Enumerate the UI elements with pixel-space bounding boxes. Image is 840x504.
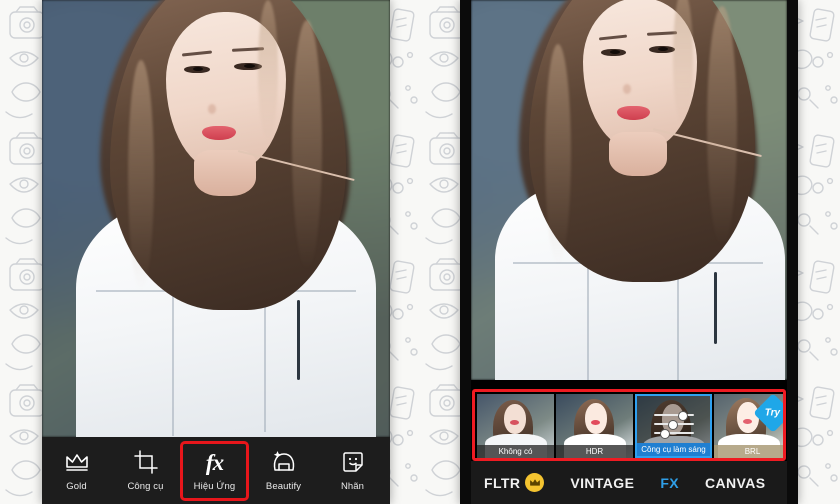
hair-strand xyxy=(707,6,737,246)
tool-label: Gold xyxy=(66,481,87,492)
neck-shape xyxy=(194,150,256,196)
face-sparkle-icon xyxy=(271,449,297,475)
filter-filmstrip[interactable]: Không có HDR Công cụ làm sáng Try BRL xyxy=(475,392,783,458)
jacket-zipper xyxy=(714,272,717,344)
filter-thumb-label: Không có xyxy=(477,445,554,458)
left-bottom-toolbar[interactable]: Gold Công cụ fx Hiệu Ứng Beautify Nhãn xyxy=(42,437,390,504)
tab-label: CANVAS xyxy=(705,474,766,491)
right-photo-canvas[interactable] xyxy=(471,0,787,380)
right-phone-screen: Không có HDR Công cụ làm sáng Try BRL FL… xyxy=(471,0,787,504)
filter-thumb-brightness-tool[interactable]: Công cụ làm sáng xyxy=(635,394,712,458)
nose-shape xyxy=(208,104,216,114)
tool-label: Hiệu Ứng xyxy=(193,481,236,492)
nose-shape xyxy=(623,84,631,94)
tab-label: VINTAGE xyxy=(570,474,635,491)
tool-label: Công cụ xyxy=(127,481,164,492)
tool-effects[interactable]: fx Hiệu Ứng xyxy=(180,440,249,501)
slider-row xyxy=(653,419,694,430)
crown-icon xyxy=(525,473,545,492)
filter-thumb-none[interactable]: Không có xyxy=(477,394,554,458)
tool-sticker[interactable]: Nhãn xyxy=(318,437,387,504)
phone-bezel-left xyxy=(460,0,471,504)
tool-label: Nhãn xyxy=(340,481,365,492)
hair-strand xyxy=(128,60,154,290)
left-phone-screen: Gold Công cụ fx Hiệu Ứng Beautify Nhãn xyxy=(42,0,390,504)
try-badge-label: Try xyxy=(765,407,781,419)
filter-thumb-label: Công cụ làm sáng xyxy=(637,443,710,456)
tool-cut[interactable]: Cát b xyxy=(387,437,390,504)
tab-fltr[interactable]: FLTR xyxy=(471,473,557,492)
fx-icon-text: fx xyxy=(205,449,224,475)
tab-label: FX xyxy=(660,474,680,491)
crop-icon xyxy=(133,449,158,475)
tool-label: Beautify xyxy=(265,481,302,492)
neck-shape xyxy=(609,132,667,176)
eye-left xyxy=(601,49,626,56)
fx-icon: fx xyxy=(205,449,224,475)
tool-beautify[interactable]: Beautify xyxy=(249,437,318,504)
tab-label: FLTR xyxy=(484,474,521,491)
slider-row xyxy=(653,428,694,439)
filter-thumb-brl[interactable]: Try BRL xyxy=(714,394,783,458)
phone-bezel-right xyxy=(787,0,798,504)
eye-right xyxy=(649,46,675,53)
crown-icon xyxy=(64,449,90,475)
jacket-zipper xyxy=(297,300,300,380)
right-phone: Không có HDR Công cụ làm sáng Try BRL FL… xyxy=(460,0,798,504)
slider-row xyxy=(653,410,694,421)
left-photo-canvas[interactable] xyxy=(42,0,390,437)
adjust-sliders-icon xyxy=(653,408,694,440)
hair-strand xyxy=(545,44,571,264)
filter-thumb-hdr[interactable]: HDR xyxy=(556,394,633,458)
filter-thumb-label: HDR xyxy=(556,445,633,458)
tool-crop[interactable]: Công cụ xyxy=(111,437,180,504)
filter-filmstrip-highlight: Không có HDR Công cụ làm sáng Try BRL xyxy=(472,389,786,461)
left-phone: Gold Công cụ fx Hiệu Ứng Beautify Nhãn xyxy=(42,0,390,504)
tab-canvas[interactable]: CANVAS xyxy=(692,475,778,491)
hair-strand xyxy=(292,20,322,270)
tab-pha[interactable]: PHÁ xyxy=(779,475,787,491)
right-bottom-tabbar[interactable]: FLTR VINTAGE FX CANVAS PHÁ xyxy=(471,461,787,504)
tab-fx[interactable]: FX xyxy=(647,475,692,491)
tool-gold[interactable]: Gold xyxy=(42,437,111,504)
tab-vintage[interactable]: VINTAGE xyxy=(557,475,647,491)
eye-left xyxy=(184,66,210,73)
filter-thumb-label: BRL xyxy=(714,445,783,458)
sticker-icon xyxy=(341,449,365,475)
hair-strand xyxy=(258,0,278,140)
